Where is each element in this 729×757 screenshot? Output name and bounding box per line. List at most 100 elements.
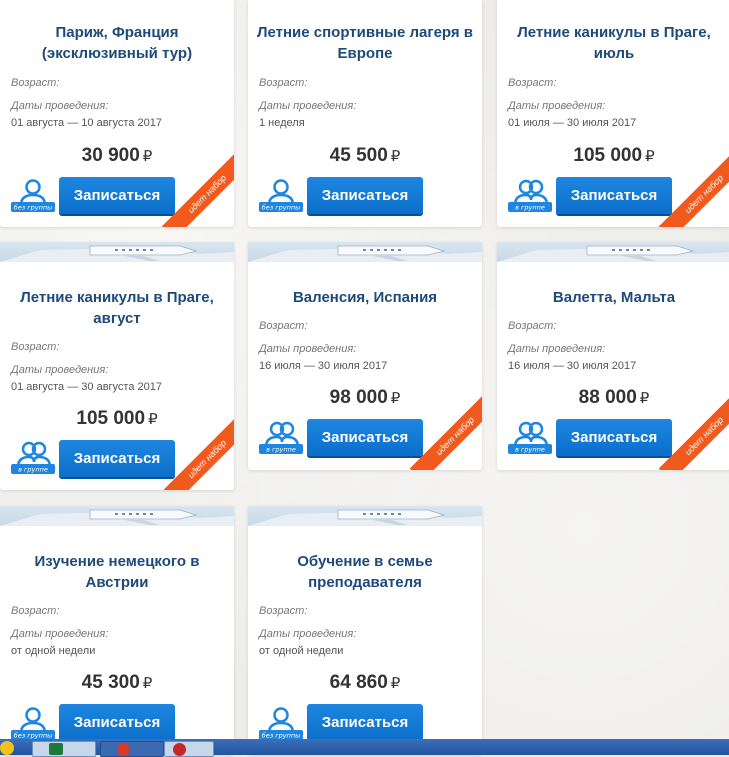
dates-value: от одной недели [259, 645, 344, 657]
dates-label: Даты проведения: [259, 100, 357, 112]
airplane-icon [248, 509, 482, 526]
tour-card-prague-july: Летние каникулы в Праге, июль Возраст: Д… [497, 0, 729, 227]
ruble-icon: ₽ [148, 411, 158, 428]
age-label: Возраст: [259, 605, 308, 617]
price-value: 30 900 [81, 145, 140, 166]
airplane-banner [248, 242, 482, 262]
tour-title-line: Австрии [85, 574, 149, 591]
signup-button[interactable]: Записаться [307, 704, 423, 741]
price-value: 98 000 [329, 387, 388, 408]
dates-label: Даты проведения: [259, 343, 357, 355]
close-icon [173, 743, 186, 756]
airplane-banner [0, 506, 234, 526]
price-value: 105 000 [76, 408, 146, 429]
dates-label: Даты проведения: [508, 343, 606, 355]
ruble-icon: ₽ [142, 675, 153, 692]
dates-label: Даты проведения: [11, 100, 109, 112]
tour-title[interactable]: Изучение немецкого в Австрии [6, 551, 228, 593]
tour-title-line: июль [593, 45, 635, 62]
price: 105 000 ₽ [497, 145, 729, 167]
no-group-icon: без группы [11, 707, 55, 740]
tour-title-line: преподавателя [308, 574, 422, 591]
dates-value: от одной недели [11, 645, 96, 657]
age-label: Возраст: [11, 341, 60, 353]
signup-button[interactable]: Записаться [59, 440, 175, 477]
tour-title[interactable]: Летние каникулы в Праге, август [6, 287, 228, 329]
tour-title-line: Летние каникулы в Праге, [517, 24, 711, 41]
tour-title[interactable]: Париж, Франция (эксклюзивный тур) [6, 22, 228, 64]
signup-button[interactable]: Записаться [307, 419, 423, 456]
tour-card-valencia: Валенсия, Испания Возраст: Даты проведен… [248, 242, 482, 470]
tour-title-line: Валенсия, Испания [292, 289, 438, 306]
age-label: Возраст: [11, 605, 60, 617]
in-group-label: в группе [266, 446, 296, 454]
price: 98 000 ₽ [248, 387, 482, 409]
price: 105 000 ₽ [0, 408, 234, 430]
tour-card-prague-august: Летние каникулы в Праге, август Возраст:… [0, 242, 234, 490]
help-icon[interactable] [0, 741, 14, 755]
dates-value: 01 августа — 30 августа 2017 [11, 381, 162, 393]
no-group-label: без группы [262, 204, 301, 212]
airplane-banner [497, 242, 729, 262]
tour-title-line: Валетта, Мальта [552, 289, 676, 306]
tour-title-line: Обучение в семье [297, 553, 433, 570]
tour-title[interactable]: Летние каникулы в Праге, июль [503, 22, 725, 64]
age-label: Возраст: [508, 77, 557, 89]
tour-title-line: Париж, Франция [55, 24, 179, 41]
signup-button[interactable]: Записаться [59, 177, 175, 214]
no-group-icon: без группы [259, 707, 303, 740]
in-group-icon: в группе [508, 179, 552, 212]
tour-card-paris: Париж, Франция (эксклюзивный тур) Возрас… [0, 0, 234, 227]
tour-card-valletta: Валетта, Мальта Возраст: Даты проведения… [497, 242, 729, 470]
ruble-icon: ₽ [142, 148, 153, 165]
airplane-icon [0, 245, 234, 262]
dates-value: 1 неделя [259, 117, 305, 129]
in-group-icon: в группе [259, 421, 303, 454]
price-value: 64 860 [329, 672, 388, 693]
tour-title[interactable]: Валенсия, Испания [254, 287, 476, 308]
dates-label: Даты проведения: [259, 628, 357, 640]
tour-card-austria: Изучение немецкого в Австрии Возраст: Да… [0, 506, 234, 755]
dates-value: 16 июля — 30 июля 2017 [259, 360, 388, 372]
dates-value: 01 августа — 10 августа 2017 [11, 117, 162, 129]
in-group-label: в группе [515, 204, 545, 212]
in-group-label: в группе [18, 466, 48, 474]
ruble-icon: ₽ [390, 675, 401, 692]
signup-button[interactable]: Записаться [556, 419, 672, 456]
dates-value: 16 июля — 30 июля 2017 [508, 360, 637, 372]
tour-card-sport-camps: Летние спортивные лагеря в Европе Возрас… [248, 0, 482, 227]
airplane-icon [497, 245, 729, 262]
tour-title[interactable]: Валетта, Мальта [503, 287, 725, 308]
dates-label: Даты проведения: [11, 364, 109, 376]
price-value: 105 000 [573, 145, 643, 166]
dates-value: 01 июля — 30 июля 2017 [508, 117, 637, 129]
tour-title-line: август [93, 310, 141, 327]
signup-button[interactable]: Записаться [556, 177, 672, 214]
in-group-label: в группе [515, 446, 545, 454]
dates-label: Даты проведения: [508, 100, 606, 112]
ruble-icon: ₽ [390, 390, 401, 407]
signup-button[interactable]: Записаться [59, 704, 175, 741]
ruble-icon: ₽ [390, 148, 401, 165]
airplane-banner [0, 242, 234, 262]
excel-icon [49, 743, 63, 755]
chrome-icon [117, 743, 130, 756]
age-label: Возраст: [508, 320, 557, 332]
signup-button[interactable]: Записаться [307, 177, 423, 214]
airplane-icon [0, 509, 234, 526]
age-label: Возраст: [11, 77, 60, 89]
ruble-icon: ₽ [639, 390, 650, 407]
in-group-icon: в группе [508, 421, 552, 454]
tour-title-line: Летние спортивные лагеря в [256, 24, 474, 41]
tour-title[interactable]: Летние спортивные лагеря в Европе [254, 22, 476, 64]
no-group-icon: без группы [11, 179, 55, 212]
tour-title-line: (эксклюзивный тур) [41, 45, 193, 62]
airplane-icon [248, 245, 482, 262]
dates-label: Даты проведения: [11, 628, 109, 640]
tour-title[interactable]: Обучение в семье преподавателя [254, 551, 476, 593]
price: 45 500 ₽ [248, 145, 482, 167]
age-label: Возраст: [259, 77, 308, 89]
airplane-banner [248, 506, 482, 526]
tour-title-line: Изучение немецкого в [34, 553, 200, 570]
price: 88 000 ₽ [497, 387, 729, 409]
